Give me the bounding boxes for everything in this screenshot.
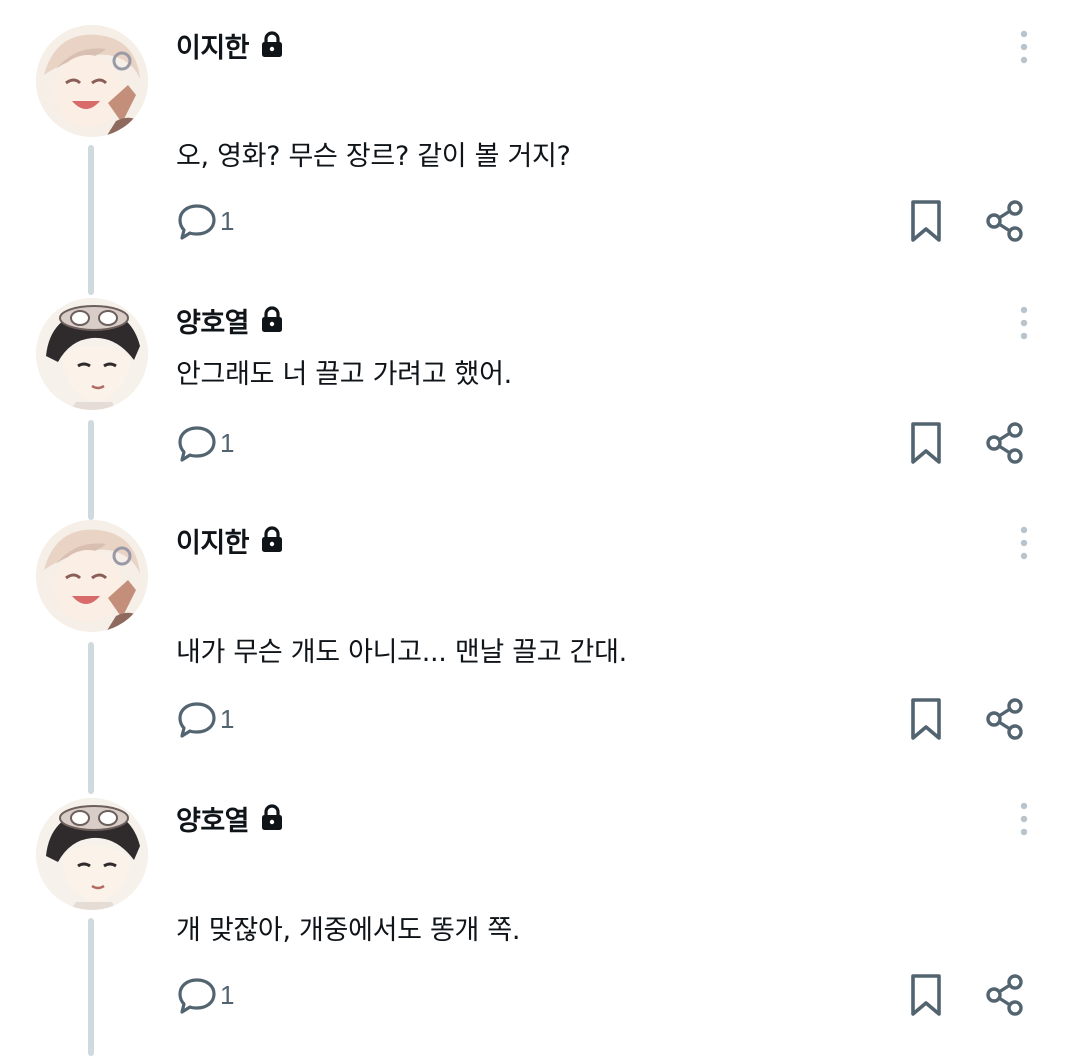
thread: 이지한 오, 영화? 무슨 장르? 같이 볼 거지? 1 양호열 안그래도 너 … xyxy=(0,0,1080,1056)
author-name[interactable]: 이지한 xyxy=(176,26,250,65)
avatar-yang-hoyeol-image xyxy=(36,298,148,410)
reply-button[interactable]: 1 xyxy=(176,970,234,1020)
lock-icon xyxy=(262,804,283,830)
more-vertical-icon[interactable] xyxy=(1012,28,1036,68)
bookmark-icon[interactable] xyxy=(908,696,944,742)
avatar[interactable] xyxy=(36,798,148,910)
avatar[interactable] xyxy=(36,25,148,137)
share-icon[interactable] xyxy=(984,421,1026,465)
reply-count: 1 xyxy=(220,703,235,734)
author-name[interactable]: 양호열 xyxy=(176,301,250,340)
bookmark-icon[interactable] xyxy=(908,198,944,244)
reply-count: 1 xyxy=(220,205,235,236)
avatar-lee-jihan-image xyxy=(36,520,148,632)
author-row: 양호열 xyxy=(176,798,285,838)
author-name[interactable]: 이지한 xyxy=(176,521,250,560)
lock-icon xyxy=(262,526,283,552)
lock-icon xyxy=(262,31,283,57)
post-text: 안그래도 너 끌고 가려고 했어. xyxy=(176,359,512,390)
post-actions: 1 xyxy=(0,694,1080,744)
post-actions: 1 xyxy=(0,970,1080,1020)
author-row: 양호열 xyxy=(176,300,285,340)
share-icon[interactable] xyxy=(984,973,1026,1017)
avatar[interactable] xyxy=(36,520,148,632)
author-row: 이지한 xyxy=(176,520,285,560)
reply-bubble-icon xyxy=(178,702,216,738)
reply-count: 1 xyxy=(220,979,235,1010)
reply-button[interactable]: 1 xyxy=(176,196,234,246)
post-text: 내가 무슨 개도 아니고... 맨날 끌고 간대. xyxy=(176,637,627,668)
post-actions: 1 xyxy=(0,418,1080,468)
share-icon[interactable] xyxy=(984,697,1026,741)
avatar-yang-hoyeol-image xyxy=(36,798,148,910)
more-vertical-icon[interactable] xyxy=(1012,304,1036,344)
reply-bubble-icon xyxy=(178,204,216,240)
author-row: 이지한 xyxy=(176,25,285,65)
bookmark-icon[interactable] xyxy=(908,420,944,466)
reply-button[interactable]: 1 xyxy=(176,694,234,744)
bookmark-icon[interactable] xyxy=(908,972,944,1018)
share-icon[interactable] xyxy=(984,199,1026,243)
reply-bubble-icon xyxy=(178,426,216,462)
more-vertical-icon[interactable] xyxy=(1012,524,1036,564)
reply-button[interactable]: 1 xyxy=(176,418,234,468)
post-actions: 1 xyxy=(0,196,1080,246)
more-vertical-icon[interactable] xyxy=(1012,800,1036,840)
post-text: 오, 영화? 무슨 장르? 같이 볼 거지? xyxy=(176,141,571,172)
avatar-lee-jihan-image xyxy=(36,25,148,137)
reply-count: 1 xyxy=(220,427,235,458)
reply-bubble-icon xyxy=(178,978,216,1014)
avatar[interactable] xyxy=(36,298,148,410)
post-text: 개 맞잖아, 개중에서도 똥개 쪽. xyxy=(176,915,521,946)
author-name[interactable]: 양호열 xyxy=(176,799,250,838)
lock-icon xyxy=(262,306,283,332)
